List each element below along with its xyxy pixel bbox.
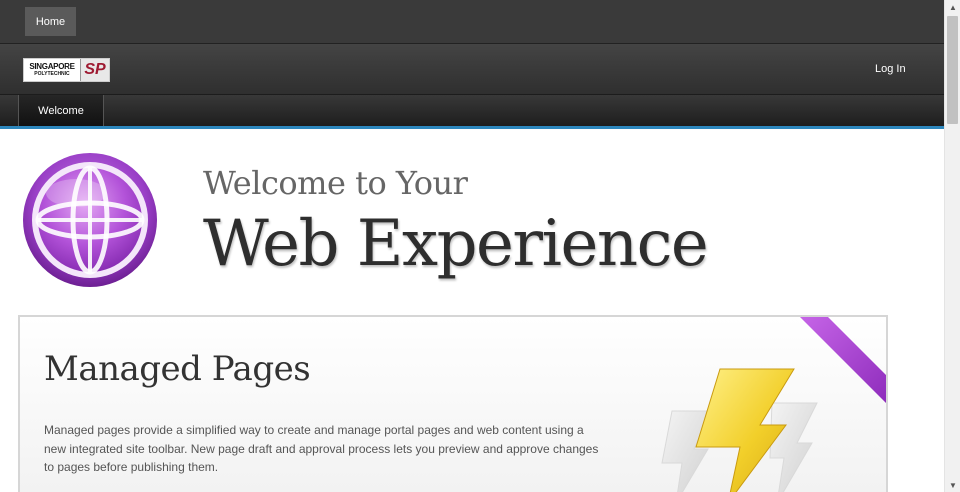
tab-welcome[interactable]: Welcome — [18, 95, 104, 126]
hero-title: Web Experience — [203, 207, 709, 281]
vertical-scrollbar[interactable]: ▲ ▼ — [944, 0, 960, 492]
hero-subtitle: Welcome to Your — [203, 164, 468, 202]
corner-ribbon — [800, 317, 886, 403]
scroll-thumb[interactable] — [947, 16, 958, 124]
card-title: Managed Pages — [44, 349, 311, 389]
globe-icon — [23, 153, 157, 287]
logo-mark: SP — [80, 59, 109, 81]
managed-pages-card: Managed Pages Managed pages provide a si… — [18, 315, 888, 492]
nav-bar: Welcome — [0, 95, 944, 126]
accent-divider — [0, 126, 944, 129]
card-description: Managed pages provide a simplified way t… — [44, 423, 599, 474]
top-bar: Home — [0, 0, 944, 44]
logo-wordmark: SINGAPORE POLYTECHNIC — [24, 59, 80, 81]
logo-line2: POLYTECHNIC — [34, 71, 70, 77]
scroll-up-arrow-icon[interactable]: ▲ — [945, 0, 960, 14]
logo-line1: SINGAPORE — [29, 62, 75, 71]
scroll-down-arrow-icon[interactable]: ▼ — [945, 478, 960, 492]
home-button[interactable]: Home — [25, 7, 76, 36]
site-logo[interactable]: SINGAPORE POLYTECHNIC SP — [23, 58, 110, 82]
site-header: SINGAPORE POLYTECHNIC SP — [0, 44, 944, 95]
login-link[interactable]: Log In — [875, 63, 906, 75]
